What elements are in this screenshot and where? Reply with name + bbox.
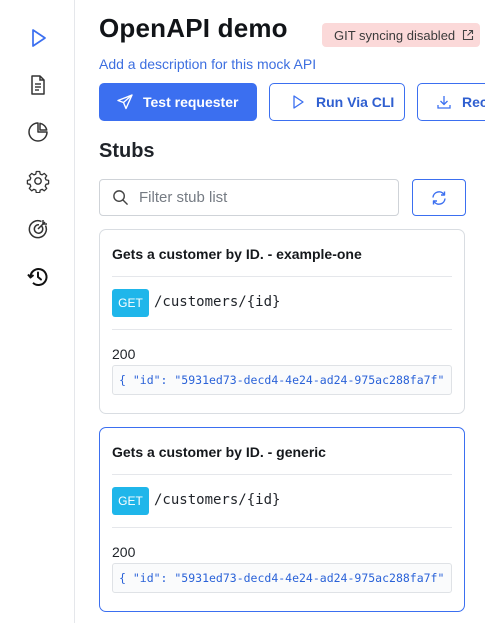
response-body-text: { "id": "5931ed73-decd4-4e24-ad24-975ac2… bbox=[119, 373, 452, 387]
play-icon[interactable] bbox=[24, 24, 52, 52]
download-icon bbox=[437, 96, 451, 109]
main-content: OpenAPI demo GIT syncing disabled Add a … bbox=[75, 0, 485, 623]
response-body: { "id": "5931ed73-decd4-4e24-ad24-975ac2… bbox=[112, 563, 452, 593]
record-label: Rec bbox=[462, 94, 485, 110]
pie-chart-icon[interactable] bbox=[24, 118, 52, 146]
sidebar bbox=[0, 0, 75, 623]
git-sync-badge[interactable]: GIT syncing disabled bbox=[322, 23, 480, 47]
method-badge: GET bbox=[112, 289, 149, 317]
stub-title: Gets a customer by ID. - example-one bbox=[112, 246, 362, 262]
history-icon[interactable] bbox=[24, 263, 52, 291]
divider bbox=[112, 329, 452, 330]
gear-icon[interactable] bbox=[24, 167, 52, 195]
stubs-heading: Stubs bbox=[99, 140, 155, 162]
divider bbox=[112, 527, 452, 528]
refresh-icon bbox=[432, 190, 446, 205]
status-code: 200 bbox=[112, 544, 136, 560]
target-icon[interactable] bbox=[24, 215, 52, 243]
filter-stub-input[interactable] bbox=[137, 188, 381, 207]
response-body-text: { "id": "5931ed73-decd4-4e24-ad24-975ac2… bbox=[119, 571, 452, 585]
stub-path: /customers/{id} bbox=[154, 294, 281, 310]
record-button[interactable]: Rec bbox=[417, 83, 485, 121]
test-requester-label: Test requester bbox=[143, 94, 239, 110]
play-icon bbox=[293, 95, 304, 109]
test-requester-button[interactable]: Test requester bbox=[99, 83, 257, 121]
run-via-cli-button[interactable]: Run Via CLI bbox=[269, 83, 405, 121]
page-title: OpenAPI demo bbox=[99, 13, 288, 43]
run-via-cli-label: Run Via CLI bbox=[316, 94, 395, 110]
git-sync-label: GIT syncing disabled bbox=[334, 27, 456, 43]
divider bbox=[112, 474, 452, 475]
status-code: 200 bbox=[112, 346, 136, 362]
external-link-icon bbox=[463, 29, 474, 41]
response-body: { "id": "5931ed73-decd4-4e24-ad24-975ac2… bbox=[112, 365, 452, 395]
method-badge: GET bbox=[112, 487, 149, 515]
document-icon[interactable] bbox=[24, 71, 52, 99]
stub-card-selected[interactable]: Gets a customer by ID. - generic GET /cu… bbox=[99, 427, 465, 612]
refresh-button[interactable] bbox=[412, 179, 466, 216]
send-icon bbox=[117, 94, 133, 110]
filter-stub-search bbox=[99, 179, 399, 216]
divider bbox=[112, 276, 452, 277]
stub-card[interactable]: Gets a customer by ID. - example-one GET… bbox=[99, 229, 465, 414]
search-icon bbox=[113, 190, 128, 205]
stub-path: /customers/{id} bbox=[154, 492, 281, 508]
add-description-link[interactable]: Add a description for this mock API bbox=[99, 56, 316, 72]
stub-title: Gets a customer by ID. - generic bbox=[112, 444, 326, 460]
